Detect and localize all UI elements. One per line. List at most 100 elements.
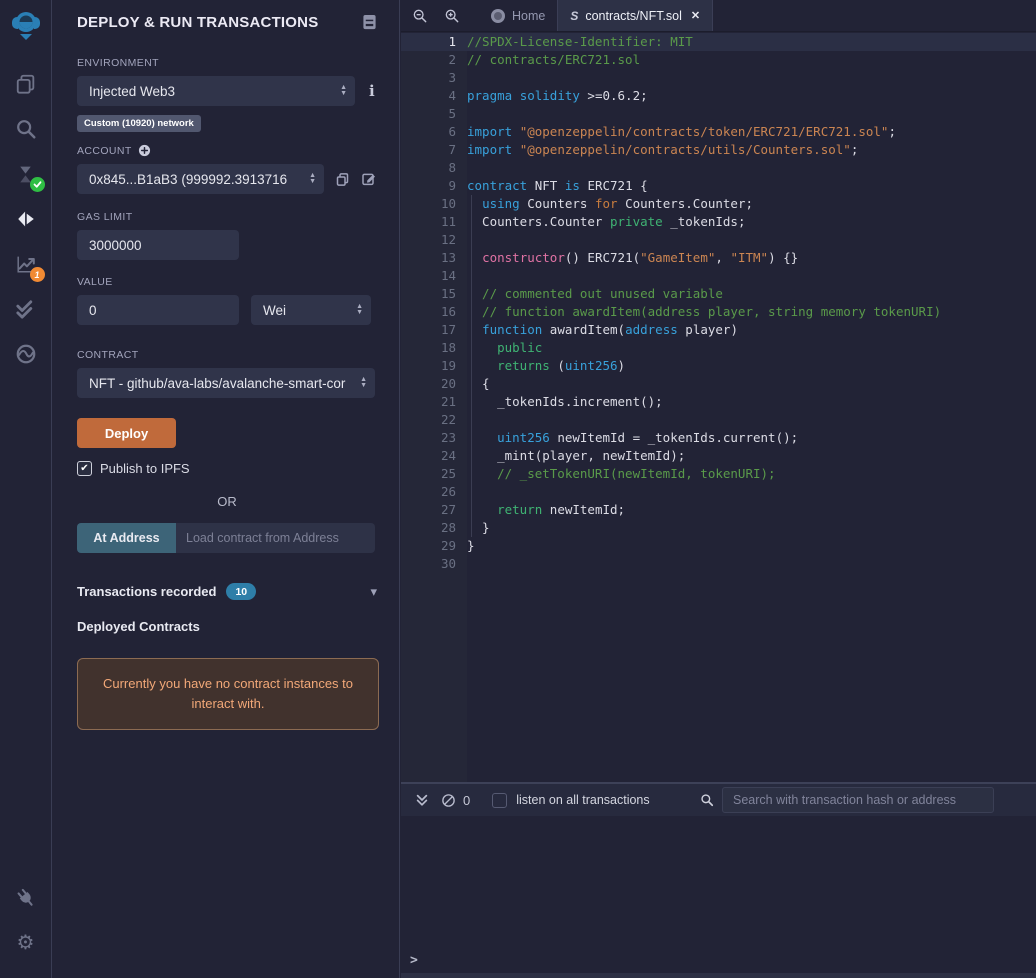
- listen-transactions-checkbox[interactable]: [492, 793, 507, 808]
- code-line[interactable]: 15 // commented out unused variable: [401, 285, 1036, 303]
- line-number[interactable]: 3: [401, 69, 456, 87]
- terminal-scrollbar[interactable]: [401, 973, 1036, 978]
- clear-console-icon[interactable]: [435, 787, 461, 813]
- code-line[interactable]: 16 // function awardItem(address player,…: [401, 303, 1036, 321]
- unit-testing-icon[interactable]: [6, 291, 46, 327]
- code-line[interactable]: 2// contracts/ERC721.sol: [401, 51, 1036, 69]
- code-line-text: {: [456, 375, 490, 393]
- tab-contracts-nft-sol[interactable]: S contracts/NFT.sol ✕: [557, 0, 713, 31]
- line-number[interactable]: 18: [401, 339, 456, 357]
- line-number[interactable]: 24: [401, 447, 456, 465]
- file-explorer-icon[interactable]: [6, 66, 46, 102]
- line-number[interactable]: 9: [401, 177, 456, 195]
- line-number[interactable]: 30: [401, 555, 456, 573]
- at-address-button[interactable]: At Address: [77, 523, 176, 553]
- code-line[interactable]: 13 constructor() ERC721("GameItem", "ITM…: [401, 249, 1036, 267]
- line-number[interactable]: 8: [401, 159, 456, 177]
- code-line[interactable]: 21 _tokenIds.increment();: [401, 393, 1036, 411]
- line-number[interactable]: 26: [401, 483, 456, 501]
- publish-ipfs-checkbox[interactable]: ✔: [77, 461, 92, 476]
- account-select[interactable]: 0x845...B1aB3 (999992.3913716 ▲▼: [77, 164, 324, 194]
- line-number[interactable]: 16: [401, 303, 456, 321]
- settings-gear-icon[interactable]: ⚙: [6, 925, 46, 961]
- sign-message-icon[interactable]: [361, 171, 377, 187]
- code-line[interactable]: 8: [401, 159, 1036, 177]
- line-number[interactable]: 15: [401, 285, 456, 303]
- deploy-run-icon[interactable]: [6, 201, 46, 237]
- line-number[interactable]: 2: [401, 51, 456, 69]
- line-number[interactable]: 17: [401, 321, 456, 339]
- code-line[interactable]: 1//SPDX-License-Identifier: MIT: [401, 33, 1036, 51]
- code-line[interactable]: 11 Counters.Counter private _tokenIds;: [401, 213, 1036, 231]
- code-line[interactable]: 7import "@openzeppelin/contracts/utils/C…: [401, 141, 1036, 159]
- code-line[interactable]: 25 // _setTokenURI(newItemId, tokenURI);: [401, 465, 1036, 483]
- line-number[interactable]: 21: [401, 393, 456, 411]
- deploy-button[interactable]: Deploy: [77, 418, 176, 448]
- code-line[interactable]: 23 uint256 newItemId = _tokenIds.current…: [401, 429, 1036, 447]
- line-number[interactable]: 11: [401, 213, 456, 231]
- line-number[interactable]: 20: [401, 375, 456, 393]
- line-number[interactable]: 13: [401, 249, 456, 267]
- code-line[interactable]: 6import "@openzeppelin/contracts/token/E…: [401, 123, 1036, 141]
- line-number[interactable]: 4: [401, 87, 456, 105]
- line-number[interactable]: 19: [401, 357, 456, 375]
- code-line[interactable]: 9contract NFT is ERC721 {: [401, 177, 1036, 195]
- line-number[interactable]: 6: [401, 123, 456, 141]
- code-editor[interactable]: 1//SPDX-License-Identifier: MIT2// contr…: [401, 33, 1036, 782]
- plugin-manager-icon[interactable]: [6, 880, 46, 916]
- code-line[interactable]: 30: [401, 555, 1036, 573]
- add-account-icon[interactable]: [138, 144, 151, 157]
- line-number[interactable]: 1: [401, 33, 456, 51]
- copy-account-icon[interactable]: [335, 172, 350, 187]
- terminal-search-input[interactable]: [722, 787, 994, 813]
- zoom-in-icon[interactable]: [439, 0, 465, 31]
- line-number[interactable]: 25: [401, 465, 456, 483]
- code-line[interactable]: 10 using Counters for Counters.Counter;: [401, 195, 1036, 213]
- zoom-out-icon[interactable]: [407, 0, 433, 31]
- code-line[interactable]: 26: [401, 483, 1036, 501]
- line-number[interactable]: 29: [401, 537, 456, 555]
- line-number[interactable]: 5: [401, 105, 456, 123]
- code-line[interactable]: 28 }: [401, 519, 1036, 537]
- code-line[interactable]: 22: [401, 411, 1036, 429]
- environment-info-icon[interactable]: i: [369, 82, 375, 100]
- code-line[interactable]: 14: [401, 267, 1036, 285]
- code-line[interactable]: 5: [401, 105, 1036, 123]
- value-unit-select[interactable]: Wei ▲▼: [251, 295, 371, 325]
- chevron-down-icon[interactable]: ▾: [370, 584, 377, 600]
- code-line[interactable]: 24 _mint(player, newItemId);: [401, 447, 1036, 465]
- gas-limit-input[interactable]: [77, 230, 239, 260]
- line-number[interactable]: 10: [401, 195, 456, 213]
- line-number[interactable]: 22: [401, 411, 456, 429]
- line-number[interactable]: 28: [401, 519, 456, 537]
- close-tab-icon[interactable]: ✕: [691, 9, 700, 22]
- sourcify-icon[interactable]: [6, 336, 46, 372]
- line-number[interactable]: 23: [401, 429, 456, 447]
- search-icon[interactable]: [6, 111, 46, 147]
- terminal-output[interactable]: >: [401, 816, 1036, 978]
- remix-logo-icon[interactable]: [0, 0, 52, 52]
- code-line[interactable]: 4pragma solidity >=0.6.2;: [401, 87, 1036, 105]
- code-line[interactable]: 27 return newItemId;: [401, 501, 1036, 519]
- solidity-compiler-icon[interactable]: [6, 156, 46, 192]
- analytics-icon[interactable]: 1: [6, 246, 46, 282]
- code-line[interactable]: 18 public: [401, 339, 1036, 357]
- expand-terminal-icon[interactable]: [409, 787, 435, 813]
- environment-select[interactable]: Injected Web3 ▲▼: [77, 76, 355, 106]
- line-number[interactable]: 7: [401, 141, 456, 159]
- line-number[interactable]: 12: [401, 231, 456, 249]
- code-line[interactable]: 19 returns (uint256): [401, 357, 1036, 375]
- code-line[interactable]: 3: [401, 69, 1036, 87]
- code-line[interactable]: 20 {: [401, 375, 1036, 393]
- line-number[interactable]: 14: [401, 267, 456, 285]
- code-line[interactable]: 12: [401, 231, 1036, 249]
- select-arrows-icon: ▲▼: [356, 304, 363, 316]
- value-input[interactable]: [77, 295, 239, 325]
- tab-home[interactable]: Home: [479, 0, 557, 31]
- code-line[interactable]: 17 function awardItem(address player): [401, 321, 1036, 339]
- code-line[interactable]: 29}: [401, 537, 1036, 555]
- at-address-input[interactable]: [176, 523, 375, 553]
- documentation-book-icon[interactable]: [362, 14, 377, 31]
- line-number[interactable]: 27: [401, 501, 456, 519]
- contract-select[interactable]: NFT - github/ava-labs/avalanche-smart-co…: [77, 368, 375, 398]
